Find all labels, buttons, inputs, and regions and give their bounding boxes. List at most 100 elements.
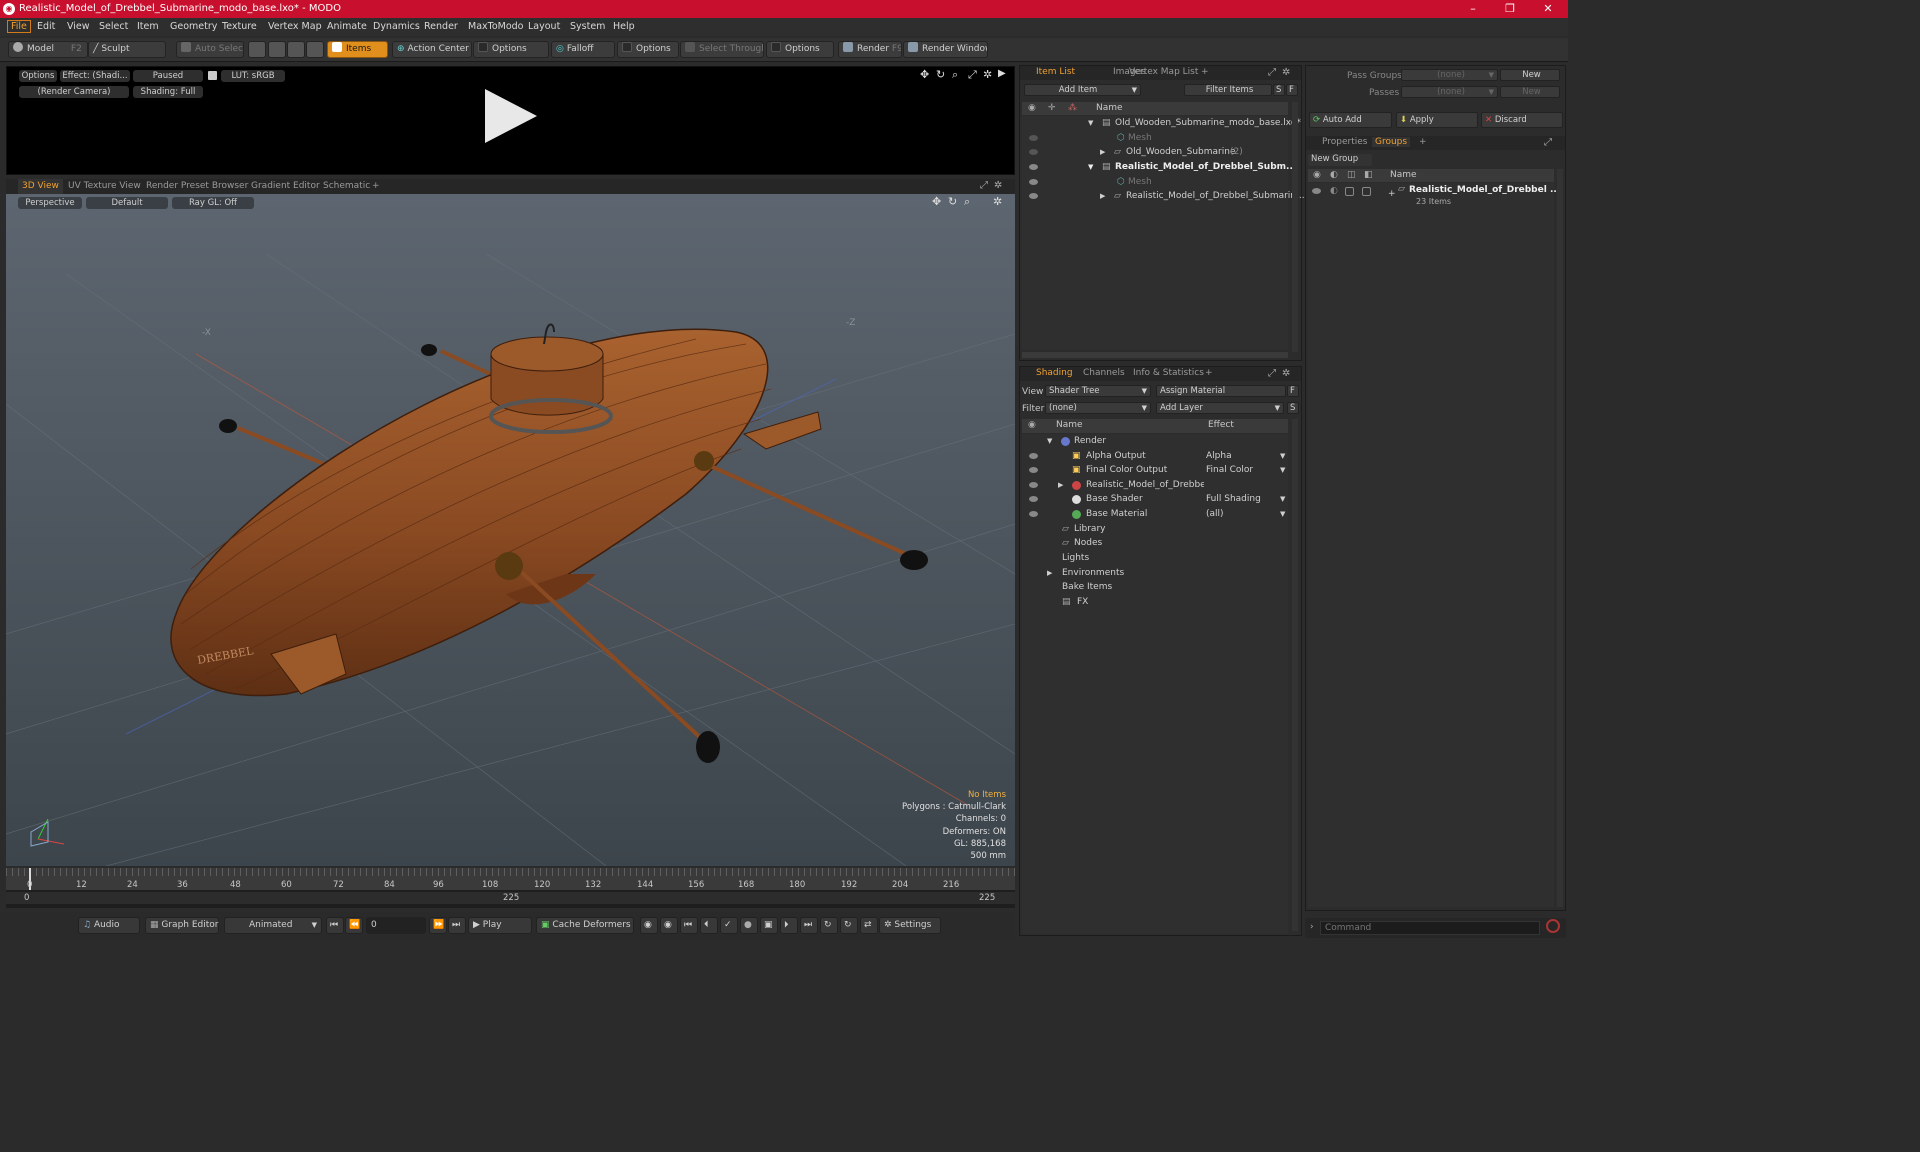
frame-input[interactable]: 0 [366,917,426,934]
filter-dropdown[interactable]: (none) ▼ [1045,402,1151,414]
timeline-ruler[interactable]: 0 12 24 36 48 60 72 84 96 108 120 132 14… [6,868,1015,890]
tree-row[interactable]: Lights [1022,551,1288,566]
gear-icon[interactable]: ✲ [1282,67,1290,78]
expand-arrow-icon[interactable]: ▶ [1100,189,1105,203]
expand-icon[interactable]: ⤢ [1544,137,1552,148]
add-item-dropdown[interactable]: Add Item ▼ [1024,84,1141,96]
restore-button[interactable]: ❐ [1492,0,1528,18]
filter-f-button[interactable]: F [1286,84,1298,96]
tree-row[interactable]: Base Shader Full Shading ▼ [1022,492,1288,507]
eye-icon[interactable] [1029,179,1038,185]
tree-row[interactable]: ▱ Nodes [1022,536,1288,551]
tree-row[interactable]: ⬡ Mesh [1022,175,1288,190]
settings-button[interactable]: ✲ Settings [879,917,941,934]
menu-vertex-map[interactable]: Vertex Map [268,21,322,32]
action-center-options-button[interactable]: Options [473,41,549,58]
eye-icon[interactable] [1029,149,1038,155]
add-tab-button[interactable]: + [372,179,380,194]
tab-item-list[interactable]: Item List [1036,67,1075,77]
tree-row[interactable]: ▼ ▤ Old_Wooden_Submarine_modo_base.lxo* [1022,116,1301,131]
tree-row[interactable]: Bake Items [1022,580,1288,595]
tab-info-statistics[interactable]: Info & Statistics [1133,368,1204,378]
gear-icon[interactable]: ✲ [994,180,1002,191]
previous-key-button[interactable]: ⏪ [345,917,363,934]
key-delete-icon[interactable]: ▣ [760,917,778,934]
loop-icon[interactable]: ↻ [820,917,838,934]
menu-texture[interactable]: Texture [222,21,257,32]
menu-dynamics[interactable]: Dynamics [373,21,420,32]
model-mode-button[interactable]: Model F2 [8,41,88,58]
items-mode-button[interactable]: Items [327,41,388,58]
tab-render-preset-browser[interactable]: Render Preset Browser [146,179,248,194]
timeline[interactable]: 0 12 24 36 48 60 72 84 96 108 120 132 14… [6,868,1015,908]
play-icon[interactable] [485,89,537,143]
render-camera-dropdown[interactable]: (Render Camera) [19,86,129,98]
vertical-scrollbar[interactable] [1292,419,1298,931]
menu-file[interactable]: File [7,20,31,33]
vertical-scrollbar[interactable] [1557,169,1563,907]
tree-row[interactable]: ▤ FX [1022,595,1288,610]
add-layer-dropdown[interactable]: Add Layer ▼ [1156,402,1284,414]
apply-button[interactable]: ⬇ Apply [1396,112,1478,128]
select-through-options-button[interactable]: Options [766,41,834,58]
bounce-icon[interactable]: ↻ [840,917,858,934]
expand-arrow-icon[interactable]: ▼ [1047,434,1052,448]
rotate-icon[interactable]: ↻ [936,68,945,81]
eye-icon[interactable] [1029,511,1038,517]
shading-dropdown[interactable]: Shading: Full [133,86,203,98]
go-to-end-button[interactable]: ⏭ [448,917,466,934]
select-through-button[interactable]: Select Through [680,41,764,58]
menu-animate[interactable]: Animate [327,21,367,32]
action-center-button[interactable]: ⊕ Action Center [392,41,472,58]
add-tab-button[interactable]: + [1205,368,1213,378]
tab-vertex-map-list[interactable]: Vertex Map List [1129,67,1198,77]
expand-icon[interactable]: ⤢ [1268,368,1276,379]
menu-item[interactable]: Item [137,21,159,32]
audio-button[interactable]: ♫ Audio [78,917,140,934]
view-dropdown[interactable]: Shader Tree ▼ [1045,385,1151,397]
tab-gradient-editor[interactable]: Gradient Editor [251,179,320,194]
name-column-header[interactable]: Name [1096,103,1123,113]
menu-system[interactable]: System [570,21,605,32]
menu-layout[interactable]: Layout [528,21,560,32]
preview-options-button[interactable]: Options [19,70,57,82]
tree-row[interactable]: ▶ Realistic_Model_of_Drebbe... [1022,478,1288,493]
cache-deformers-button[interactable]: ▣ Cache Deformers [536,917,634,934]
render-toggle-icon[interactable]: ◐ [1330,184,1338,198]
tree-row[interactable]: ⬡ Mesh [1022,131,1288,146]
filter-items-input[interactable]: Filter Items [1184,84,1272,96]
tab-uv-texture-view[interactable]: UV Texture View [68,179,141,194]
group-row[interactable]: ◐ + ▱ Realistic_Model_of_Drebbel ... 23 … [1308,183,1560,211]
eye-icon[interactable] [1029,467,1038,473]
key-start-icon[interactable]: ⏮ [680,917,698,934]
tab-properties[interactable]: Properties [1322,137,1367,147]
sculpt-mode-button[interactable]: ╱ Sculpt [88,41,166,58]
record-icon[interactable]: ● [740,917,758,934]
new-group-button[interactable]: New Group [1308,154,1372,166]
arrow-right-icon[interactable]: ▶ [998,68,1006,79]
vertical-scrollbar[interactable] [1292,102,1298,352]
key-next-icon[interactable]: ⏵ [780,917,798,934]
select-materials-icon[interactable] [306,41,324,58]
add-tab-button[interactable]: + [1419,137,1427,147]
expand-arrow-icon[interactable]: ▶ [1058,478,1063,492]
key-icon[interactable]: ◉ [640,917,658,934]
falloff-button[interactable]: ◎ Falloff [551,41,615,58]
paused-button[interactable]: Paused [133,70,203,82]
effect-dropdown[interactable]: Effect: (Shadi... [60,70,130,82]
select-vertices-icon[interactable] [248,41,266,58]
chevron-down-icon[interactable]: ▼ [1280,449,1285,463]
maximize-icon[interactable]: ⤢ [968,68,977,82]
lut-dropdown[interactable]: LUT: sRGB [221,70,285,82]
eye-icon[interactable] [1029,135,1038,141]
expand-icon[interactable]: ⤢ [980,180,988,191]
new-pass-group-button[interactable]: New [1500,69,1560,81]
next-key-button[interactable]: ⏩ [429,917,447,934]
passes-dropdown[interactable]: (none) ▼ [1401,86,1498,98]
expand-plus-icon[interactable]: + [1388,187,1396,201]
tree-row[interactable]: ▣ Alpha Output Alpha ▼ [1022,449,1288,464]
tree-row[interactable]: ▶ ▱ Old_Wooden_Submarine (2) [1022,145,1288,160]
assign-f-button[interactable]: F [1287,385,1299,397]
menu-help[interactable]: Help [613,21,635,32]
tree-row[interactable]: ▱ Library [1022,522,1288,537]
